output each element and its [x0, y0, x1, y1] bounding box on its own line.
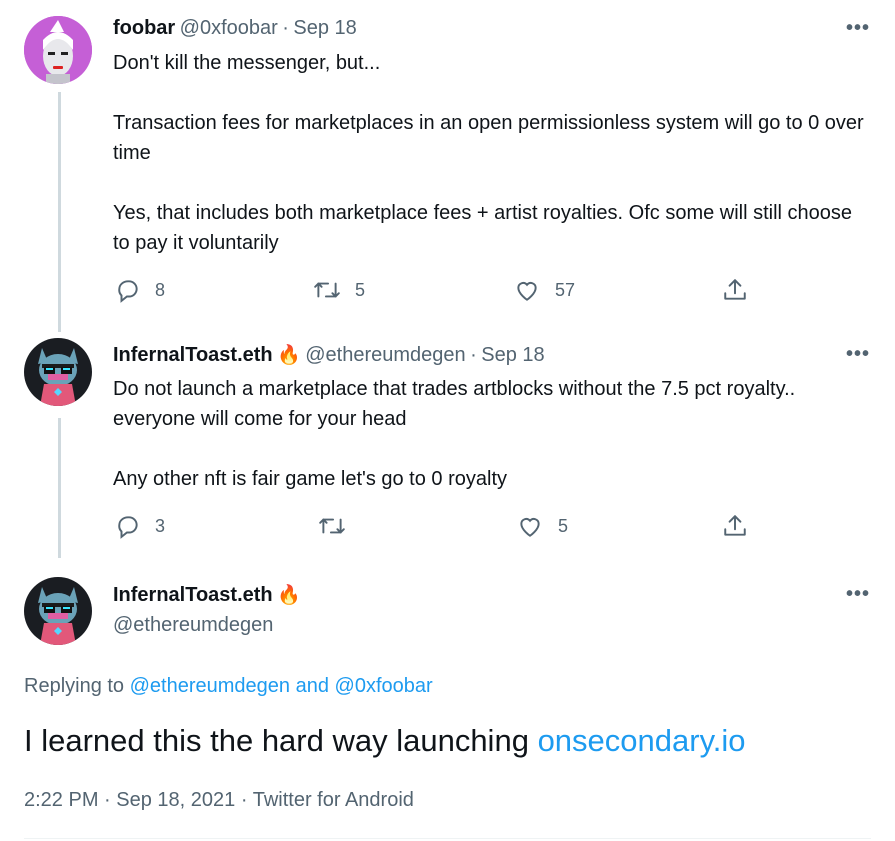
tweet-text: Don't kill the messenger, but... Transac… [113, 52, 864, 254]
author-handle[interactable]: @ethereumdegen [113, 614, 273, 637]
onsecondary-link[interactable]: onsecondary.io [538, 723, 746, 758]
share-icon [722, 277, 748, 303]
tweet-timestamp: 2:22 PM · Sep 18, 2021 · Twitter for And… [24, 789, 414, 812]
focus-author: InfernalToast.eth 🔥 [113, 583, 301, 607]
retweet-icon [318, 513, 346, 539]
share-icon [722, 513, 748, 539]
reply-count: 3 [155, 515, 166, 536]
author-name[interactable]: InfernalToast.eth [113, 584, 273, 606]
author-handle[interactable]: @0xfoobar [180, 17, 278, 39]
thread-line [58, 92, 61, 332]
replying-to: Replying to @ethereumdegen and @0xfoobar [24, 675, 433, 698]
like-button[interactable]: 57 [513, 277, 575, 303]
author-name[interactable]: InfernalToast.eth [113, 344, 273, 366]
replying-and: and [295, 675, 329, 697]
reply-count: 8 [155, 279, 166, 300]
avatar-foobar[interactable] [24, 16, 92, 84]
tweet-header: InfernalToast.eth 🔥 @ethereumdegen · Sep… [113, 343, 545, 367]
tweet-text: Do not launch a marketplace that trades … [113, 378, 796, 490]
author-name[interactable]: foobar [113, 17, 175, 39]
separator: · [282, 17, 289, 39]
retweet-icon [313, 277, 341, 303]
tweet-date[interactable]: Sep 18 [293, 17, 356, 39]
focus-text: I learned this the hard way launching [24, 723, 529, 758]
fire-emoji: 🔥 [277, 585, 301, 606]
tweet-full-date[interactable]: Sep 18, 2021 [116, 789, 235, 811]
more-icon[interactable]: ••• [846, 583, 870, 606]
share-button[interactable] [722, 277, 748, 303]
fire-emoji: 🔥 [277, 345, 301, 366]
retweet-button[interactable] [318, 513, 360, 539]
author-handle[interactable]: @ethereumdegen [305, 344, 465, 366]
divider [24, 838, 871, 839]
like-button[interactable]: 5 [516, 513, 568, 539]
more-icon[interactable]: ••• [846, 17, 870, 40]
replying-user-link[interactable]: @ethereumdegen [130, 675, 290, 697]
separator: · [470, 344, 477, 366]
thread-line [58, 418, 61, 558]
like-count: 57 [555, 279, 576, 300]
reply-icon [115, 277, 141, 303]
reply-button[interactable]: 3 [115, 513, 165, 539]
avatar-infernaltoast[interactable] [24, 577, 92, 645]
focus-tweet-text: I learned this the hard way launching on… [24, 723, 746, 759]
share-button[interactable] [722, 513, 748, 539]
avatar-infernaltoast[interactable] [24, 338, 92, 406]
retweet-button[interactable]: 5 [313, 277, 365, 303]
tweet-date[interactable]: Sep 18 [481, 344, 544, 366]
reply-button[interactable]: 8 [115, 277, 165, 303]
replying-user-link[interactable]: @0xfoobar [335, 675, 433, 697]
replying-prefix: Replying to [24, 675, 125, 697]
like-count: 5 [558, 515, 569, 536]
separator: · [104, 789, 111, 811]
tweet-header: foobar @0xfoobar · Sep 18 [113, 17, 357, 40]
reply-icon [115, 513, 141, 539]
like-icon [516, 513, 544, 539]
separator: · [240, 789, 248, 811]
like-icon [513, 277, 541, 303]
more-icon[interactable]: ••• [846, 343, 870, 366]
tweet-source[interactable]: Twitter for Android [253, 789, 414, 811]
tweet-time[interactable]: 2:22 PM [24, 789, 98, 811]
retweet-count: 5 [355, 279, 366, 300]
